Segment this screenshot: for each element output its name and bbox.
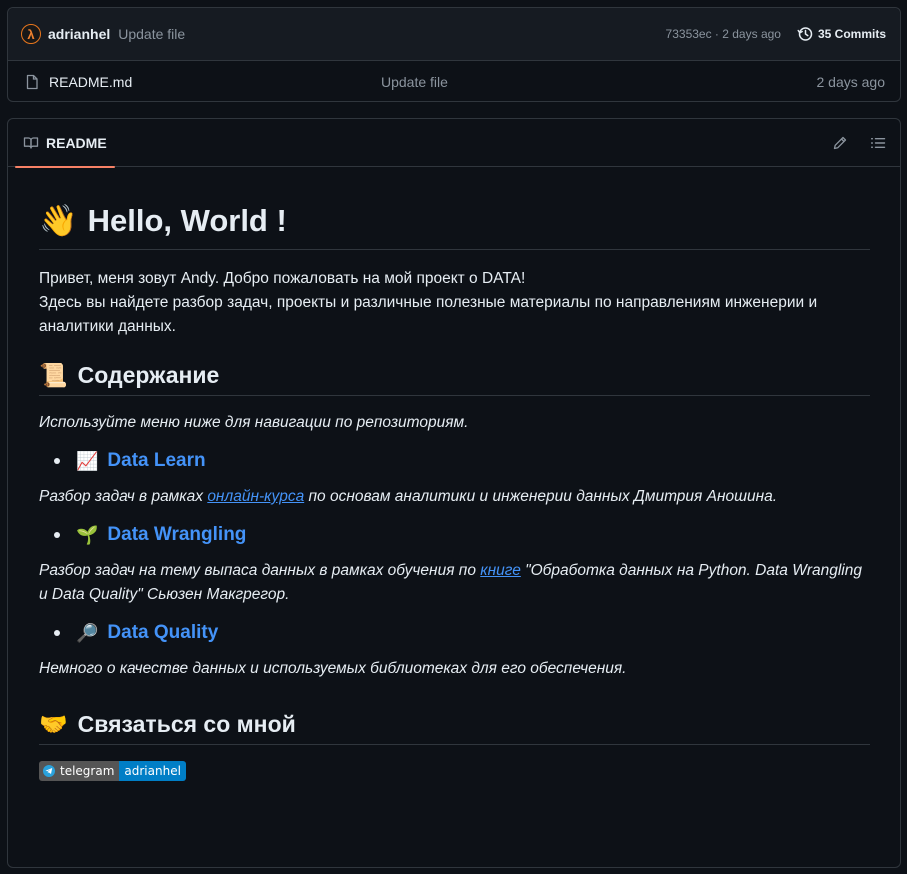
data-learn-description: Разбор задач в рамках онлайн-курса по ос… — [39, 485, 870, 509]
intro-line-2: Здесь вы найдете разбор задач, проекты и… — [39, 294, 818, 335]
bullet-dot — [54, 532, 60, 538]
desc-text: Немного о качестве данных и используемых… — [39, 660, 627, 677]
data-wrangling-link[interactable]: 🌱 Data Wrangling — [76, 524, 246, 546]
file-commit-message-link[interactable]: Update file — [381, 74, 448, 90]
intro-line-1: Привет, меня зовут Andy. Добро пожаловат… — [39, 270, 526, 287]
book-link[interactable]: книге — [480, 562, 521, 579]
data-quality-link[interactable]: 🔎 Data Quality — [76, 622, 218, 644]
author-avatar[interactable]: λ — [21, 24, 41, 44]
contact-heading-text: Связаться со мной — [77, 711, 296, 737]
data-wrangling-description: Разбор задач на тему выпаса данных в рам… — [39, 559, 870, 607]
readme-title-text: Hello, World ! — [87, 202, 287, 238]
waving-hand-icon: 👋 — [39, 203, 78, 238]
bullet-dot — [54, 458, 60, 464]
contact-heading: 🤝 Связаться со мной — [39, 711, 870, 745]
data-learn-link[interactable]: 📈 Data Learn — [76, 450, 206, 472]
readme-title: 👋 Hello, World ! — [39, 202, 870, 250]
handshake-icon: 🤝 — [39, 711, 68, 737]
contents-note: Используйте меню ниже для навигации по р… — [39, 411, 870, 435]
list-item: 🔎 Data Quality — [39, 622, 870, 644]
intro-paragraph: Привет, меня зовут Andy. Добро пожаловат… — [39, 267, 870, 339]
repo-list-3: 🔎 Data Quality — [39, 622, 870, 644]
desc-text: Разбор задач в рамках — [39, 488, 208, 505]
telegram-badge[interactable]: telegram adrianhel — [39, 761, 186, 781]
badge-left-label: telegram — [60, 764, 115, 778]
repo-list-2: 🌱 Data Wrangling — [39, 524, 870, 546]
outline-button[interactable] — [870, 135, 886, 151]
readme-panel: README 👋 Hello, World ! Привет, меня зов… — [7, 118, 901, 868]
readme-header: README — [8, 119, 900, 168]
commit-header: λ adrianhel Update file 73353ec · 2 days… — [8, 8, 900, 61]
desc-text: по основам аналитики и инженерии данных … — [304, 488, 778, 505]
telegram-icon — [43, 765, 55, 777]
edit-file-button[interactable] — [832, 135, 848, 151]
online-course-link[interactable]: онлайн-курса — [207, 488, 304, 505]
data-quality-label: Data Quality — [107, 622, 219, 643]
readme-content: 👋 Hello, World ! Привет, меня зовут Andy… — [8, 202, 900, 781]
book-icon — [23, 136, 39, 149]
bullet-dot — [54, 630, 60, 636]
chart-increasing-icon: 📈 — [76, 450, 99, 471]
list-icon — [871, 137, 886, 148]
latest-commit-panel: λ adrianhel Update file 73353ec · 2 days… — [7, 7, 901, 102]
magnifier-icon: 🔎 — [76, 622, 99, 643]
contents-heading-text: Содержание — [77, 362, 220, 388]
file-icon — [24, 74, 40, 90]
commit-author-link[interactable]: adrianhel — [48, 26, 110, 42]
seedling-icon: 🌱 — [76, 524, 99, 545]
history-icon — [797, 27, 813, 41]
desc-text: Разбор задач на тему выпаса данных в рам… — [39, 562, 481, 579]
pencil-icon — [833, 136, 847, 149]
commits-count: 35 Commits — [817, 27, 886, 41]
data-quality-description: Немного о качестве данных и используемых… — [39, 657, 870, 681]
file-commit-time: 2 days ago — [816, 73, 886, 90]
badge-right-label: adrianhel — [119, 761, 186, 781]
badge-left: telegram — [39, 761, 120, 781]
contents-note-text: Используйте меню ниже для навигации по р… — [39, 414, 469, 431]
file-row[interactable]: README.md Update file 2 days ago — [8, 61, 900, 102]
list-item: 📈 Data Learn — [39, 450, 870, 472]
tab-readme-label: README — [46, 134, 107, 151]
tab-readme[interactable]: README — [15, 119, 115, 168]
file-name-link[interactable]: README.md — [49, 74, 132, 90]
commit-message-link[interactable]: Update file — [118, 26, 185, 42]
data-learn-label: Data Learn — [107, 450, 206, 471]
scroll-icon: 📜 — [39, 362, 68, 388]
data-wrangling-label: Data Wrangling — [107, 524, 247, 545]
commit-meta[interactable]: 73353ec · 2 days ago — [666, 27, 781, 41]
commits-history-link[interactable]: 35 Commits — [797, 26, 886, 42]
list-item: 🌱 Data Wrangling — [39, 524, 870, 546]
contents-heading: 📜 Содержание — [39, 362, 870, 396]
repo-list-1: 📈 Data Learn — [39, 450, 870, 472]
